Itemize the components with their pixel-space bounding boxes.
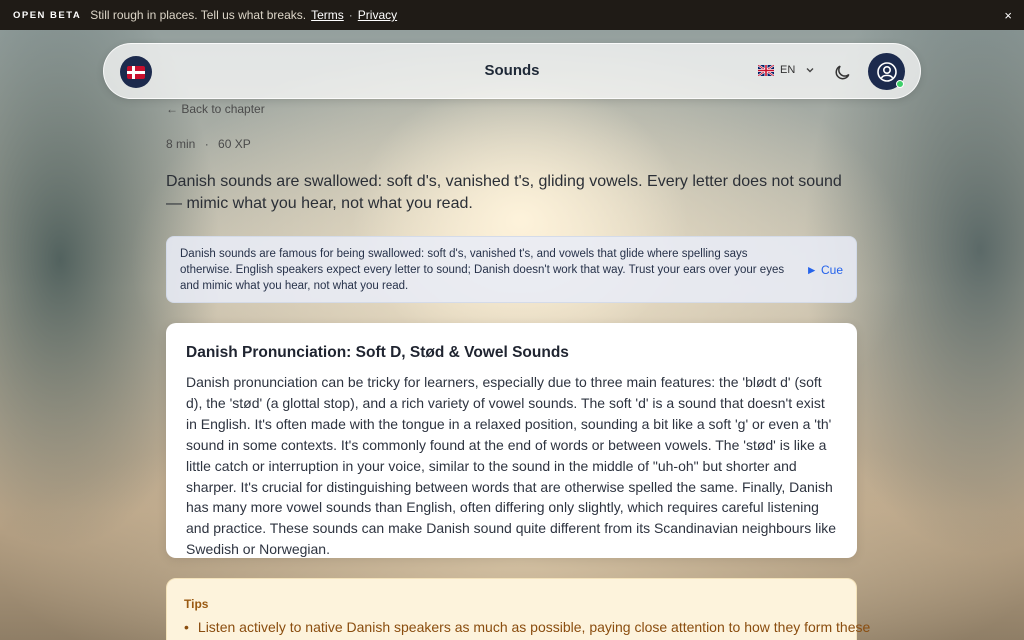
- beta-message: Still rough in places. Tell us what brea…: [90, 8, 307, 22]
- online-status-dot: [896, 80, 904, 88]
- terms-link[interactable]: Terms: [311, 8, 344, 22]
- close-banner-button[interactable]: ×: [1004, 8, 1012, 23]
- cue-button[interactable]: ► Cue: [806, 263, 843, 277]
- tips-heading: Tips: [184, 597, 209, 611]
- beta-banner: OPEN BETA Still rough in places. Tell us…: [0, 0, 1024, 30]
- lesson-intro: Danish sounds are swallowed: soft d's, v…: [166, 173, 842, 212]
- chevron-down-icon: [806, 68, 814, 73]
- meta-separator: ·: [204, 137, 209, 151]
- summary-text: Danish sounds are famous for being swall…: [180, 248, 785, 292]
- moon-icon[interactable]: [834, 63, 852, 81]
- tips-list: Listen actively to native Danish speaker…: [184, 619, 870, 635]
- summary-box: Danish sounds are famous for being swall…: [166, 236, 857, 303]
- language-selector[interactable]: EN: [758, 64, 815, 76]
- language-code: EN: [780, 64, 796, 76]
- lesson-card: Danish Pronunciation: Soft D, Stød & Vow…: [166, 323, 857, 558]
- tips-box: Tips Listen actively to native Danish sp…: [166, 578, 870, 640]
- lesson-card-title: Danish Pronunciation: Soft D, Stød & Vow…: [186, 344, 569, 361]
- uk-flag-icon: [758, 64, 774, 76]
- user-avatar-icon[interactable]: [868, 53, 905, 90]
- back-to-chapter-link[interactable]: ← Back to chapter: [166, 102, 265, 116]
- lesson-duration: 8 min: [166, 137, 196, 151]
- top-nav: Sounds EN: [103, 43, 921, 99]
- lesson-xp: 60 XP: [218, 137, 251, 151]
- lesson-card-body: Danish pronunciation can be tricky for l…: [186, 374, 837, 558]
- privacy-link[interactable]: Privacy: [358, 8, 397, 22]
- lesson-meta: 8 min · 60 XP: [166, 137, 251, 151]
- link-separator: ·: [348, 8, 353, 22]
- tip-item: Listen actively to native Danish speaker…: [184, 619, 870, 635]
- beta-tag: OPEN BETA: [13, 9, 82, 21]
